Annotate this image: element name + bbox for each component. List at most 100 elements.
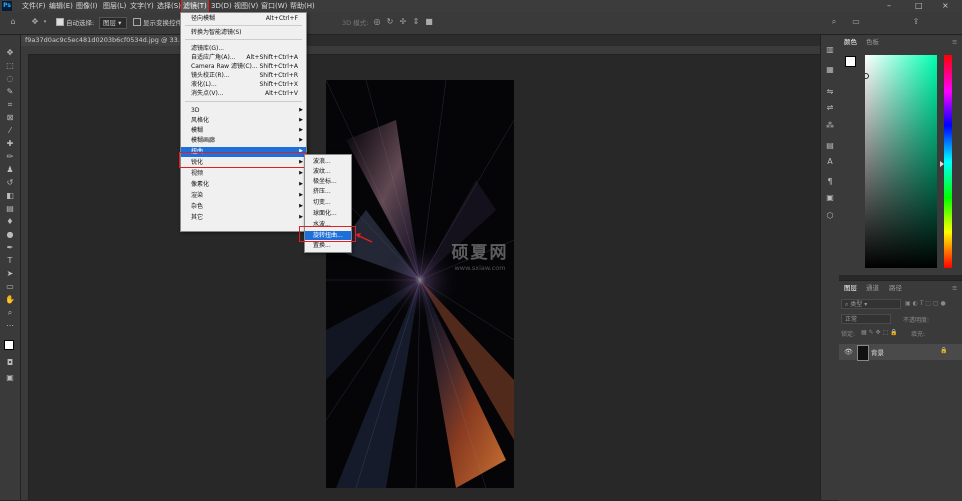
maximize-button[interactable]: □ (915, 0, 923, 12)
panel-menu-icon[interactable]: ≡ (952, 37, 957, 47)
marquee-tool-icon[interactable]: ⬚ (4, 61, 16, 71)
menu-item-camera-raw[interactable]: Camera Raw 滤镜(C)... Shift+Ctrl+A (181, 62, 306, 71)
type-tool-icon[interactable]: T (4, 256, 16, 266)
tab-channels[interactable]: 通道 (866, 283, 879, 293)
foreground-color-swatch[interactable] (4, 340, 14, 350)
menu-item-blur[interactable]: 模糊 ▶ (181, 126, 306, 135)
hue-slider-handle[interactable] (940, 161, 944, 167)
character-icon[interactable]: A (825, 157, 835, 167)
menu-type[interactable]: 文字(Y) (130, 0, 154, 12)
auto-select-dropdown[interactable]: 图层 ▾ (99, 17, 127, 29)
move-tool-icon[interactable]: ✥ (30, 17, 40, 27)
3d-roll-icon[interactable]: ↻ (385, 17, 395, 27)
menu-3d[interactable]: 3D(D) (211, 0, 232, 12)
menu-item-noise[interactable]: 杂色 ▶ (181, 202, 306, 211)
history-icon[interactable]: ▥ (825, 45, 835, 55)
menu-item-render[interactable]: 渲染 ▶ (181, 191, 306, 200)
menu-item-adaptive-wide-angle[interactable]: 自适应广角(A)... Alt+Shift+Ctrl+A (181, 53, 306, 62)
submenu-item-wave[interactable]: 波浪... (305, 157, 351, 166)
layer-kind-filter[interactable]: ⌕ 类型 ▾ (841, 299, 901, 309)
tab-paths[interactable]: 路径 (889, 283, 902, 293)
adjustments-icon[interactable]: ⇋ (825, 87, 835, 97)
horizontal-ruler[interactable] (21, 46, 820, 55)
quick-mask-icon[interactable]: ◘ (4, 358, 16, 368)
path-select-icon[interactable]: ➤ (4, 269, 16, 279)
gradient-tool-icon[interactable]: ▤ (4, 204, 16, 214)
brush-settings-icon[interactable]: ⁂ (825, 121, 835, 131)
menu-filter[interactable]: 滤镜(T) (181, 0, 209, 13)
zoom-tool-icon[interactable]: ⌕ (4, 308, 16, 318)
menu-layer[interactable]: 图层(L) (103, 0, 126, 12)
home-icon[interactable]: ⌂ (8, 17, 18, 27)
foreground-swatch[interactable] (845, 56, 856, 67)
menu-image[interactable]: 图像(I) (76, 0, 98, 12)
submenu-item-polar[interactable]: 极坐标... (305, 177, 351, 186)
lock-icons[interactable]: ▦ ✎ ✥ ⬚ 🔒 (861, 329, 898, 336)
menu-window[interactable]: 窗口(W) (261, 0, 287, 12)
hand-tool-icon[interactable]: ✋ (4, 295, 16, 305)
vertical-ruler[interactable] (21, 54, 29, 500)
paragraph-icon[interactable]: ¶ (825, 177, 835, 187)
submenu-item-pinch[interactable]: 挤压... (305, 187, 351, 196)
brush-tool-icon[interactable]: ✏ (4, 152, 16, 162)
crop-tool-icon[interactable]: ⌗ (4, 100, 16, 110)
eraser-icon[interactable]: ◧ (4, 191, 16, 201)
submenu-item-displace[interactable]: 置换... (305, 241, 351, 250)
layer-filter-icons[interactable]: ▣ ◐ T ⬚ ▢ ● (905, 300, 946, 307)
dodge-tool-icon[interactable]: ● (4, 230, 16, 240)
menu-view[interactable]: 视图(V) (234, 0, 258, 12)
menu-item-lens-correction[interactable]: 镜头校正(R)... Shift+Ctrl+R (181, 71, 306, 80)
checkbox-icon[interactable] (133, 18, 141, 26)
tab-color[interactable]: 颜色 (844, 37, 857, 47)
menu-item-radial-blur[interactable]: 径向模糊 Alt+Ctrl+F (181, 14, 306, 23)
color-picker-field[interactable] (865, 55, 937, 268)
eyedropper-icon[interactable]: ⁄ (4, 126, 16, 136)
menu-item-liquify[interactable]: 液化(L)... Shift+Ctrl+X (181, 80, 306, 89)
3d-slide-icon[interactable]: ⇕ (411, 17, 421, 27)
pen-tool-icon[interactable]: ✒ (4, 243, 16, 253)
menu-item-video[interactable]: 视频 ▶ (181, 169, 306, 178)
menu-help[interactable]: 帮助(H) (290, 0, 315, 12)
share-icon[interactable]: ⇪ (911, 17, 921, 27)
submenu-item-ripple[interactable]: 波纹... (305, 167, 351, 176)
3d-orbit-icon[interactable]: ◎ (372, 17, 382, 27)
submenu-item-shear[interactable]: 切变... (305, 198, 351, 207)
chevron-down-icon[interactable]: ▾ (40, 17, 50, 27)
panel-menu-icon[interactable]: ≡ (952, 283, 957, 293)
search-icon[interactable]: ⌕ (829, 17, 839, 27)
menu-item-3d[interactable]: 3D ▶ (181, 106, 306, 115)
3d-cube-icon[interactable]: ⬡ (825, 211, 835, 221)
history-brush-icon[interactable]: ↺ (4, 178, 16, 188)
tab-layers[interactable]: 图层 (844, 283, 857, 293)
menu-select[interactable]: 选择(S) (157, 0, 181, 12)
tab-swatches[interactable]: 色板 (866, 37, 879, 47)
clone-stamp-icon[interactable]: ♟ (4, 165, 16, 175)
eye-icon[interactable]: 👁 (844, 348, 853, 356)
minimize-button[interactable]: – (887, 0, 891, 12)
menu-item-filter-gallery[interactable]: 滤镜库(G)... (181, 44, 306, 53)
menu-item-stylize[interactable]: 风格化 ▶ (181, 116, 306, 125)
menu-item-blur-gallery[interactable]: 模糊画廊 ▶ (181, 136, 306, 145)
hue-slider[interactable] (944, 55, 952, 268)
menu-edit[interactable]: 编辑(E) (49, 0, 73, 12)
libraries-icon[interactable]: ▦ (825, 65, 835, 75)
properties-icon[interactable]: ⇌ (825, 103, 835, 113)
menu-item-vanishing-point[interactable]: 消失点(V)... Alt+Ctrl+V (181, 89, 306, 98)
workspace-icon[interactable]: ▭ (851, 17, 861, 27)
move-tool-icon[interactable]: ✥ (4, 48, 16, 58)
menu-item-pixelate[interactable]: 像素化 ▶ (181, 180, 306, 189)
menu-item-smart-filter[interactable]: 转换为智能滤镜(S) (181, 28, 306, 37)
more-tools-icon[interactable]: ⋯ (4, 321, 16, 331)
menu-file[interactable]: 文件(F) (22, 0, 46, 12)
blur-tool-icon[interactable]: ♦ (4, 217, 16, 227)
show-transform-checkbox[interactable]: 显示变换控件 (133, 18, 182, 28)
menu-item-other[interactable]: 其它 ▶ (181, 213, 306, 222)
clone-source-icon[interactable]: ▤ (825, 141, 835, 151)
3d-scale-icon[interactable]: ■ (424, 17, 434, 27)
screen-mode-icon[interactable]: ▣ (4, 373, 16, 383)
rectangle-tool-icon[interactable]: ▭ (4, 282, 16, 292)
document-canvas[interactable] (326, 80, 514, 488)
auto-select-checkbox[interactable]: 自动选择: (56, 18, 94, 28)
quick-select-icon[interactable]: ✎ (4, 87, 16, 97)
3d-pan-icon[interactable]: ✢ (398, 17, 408, 27)
